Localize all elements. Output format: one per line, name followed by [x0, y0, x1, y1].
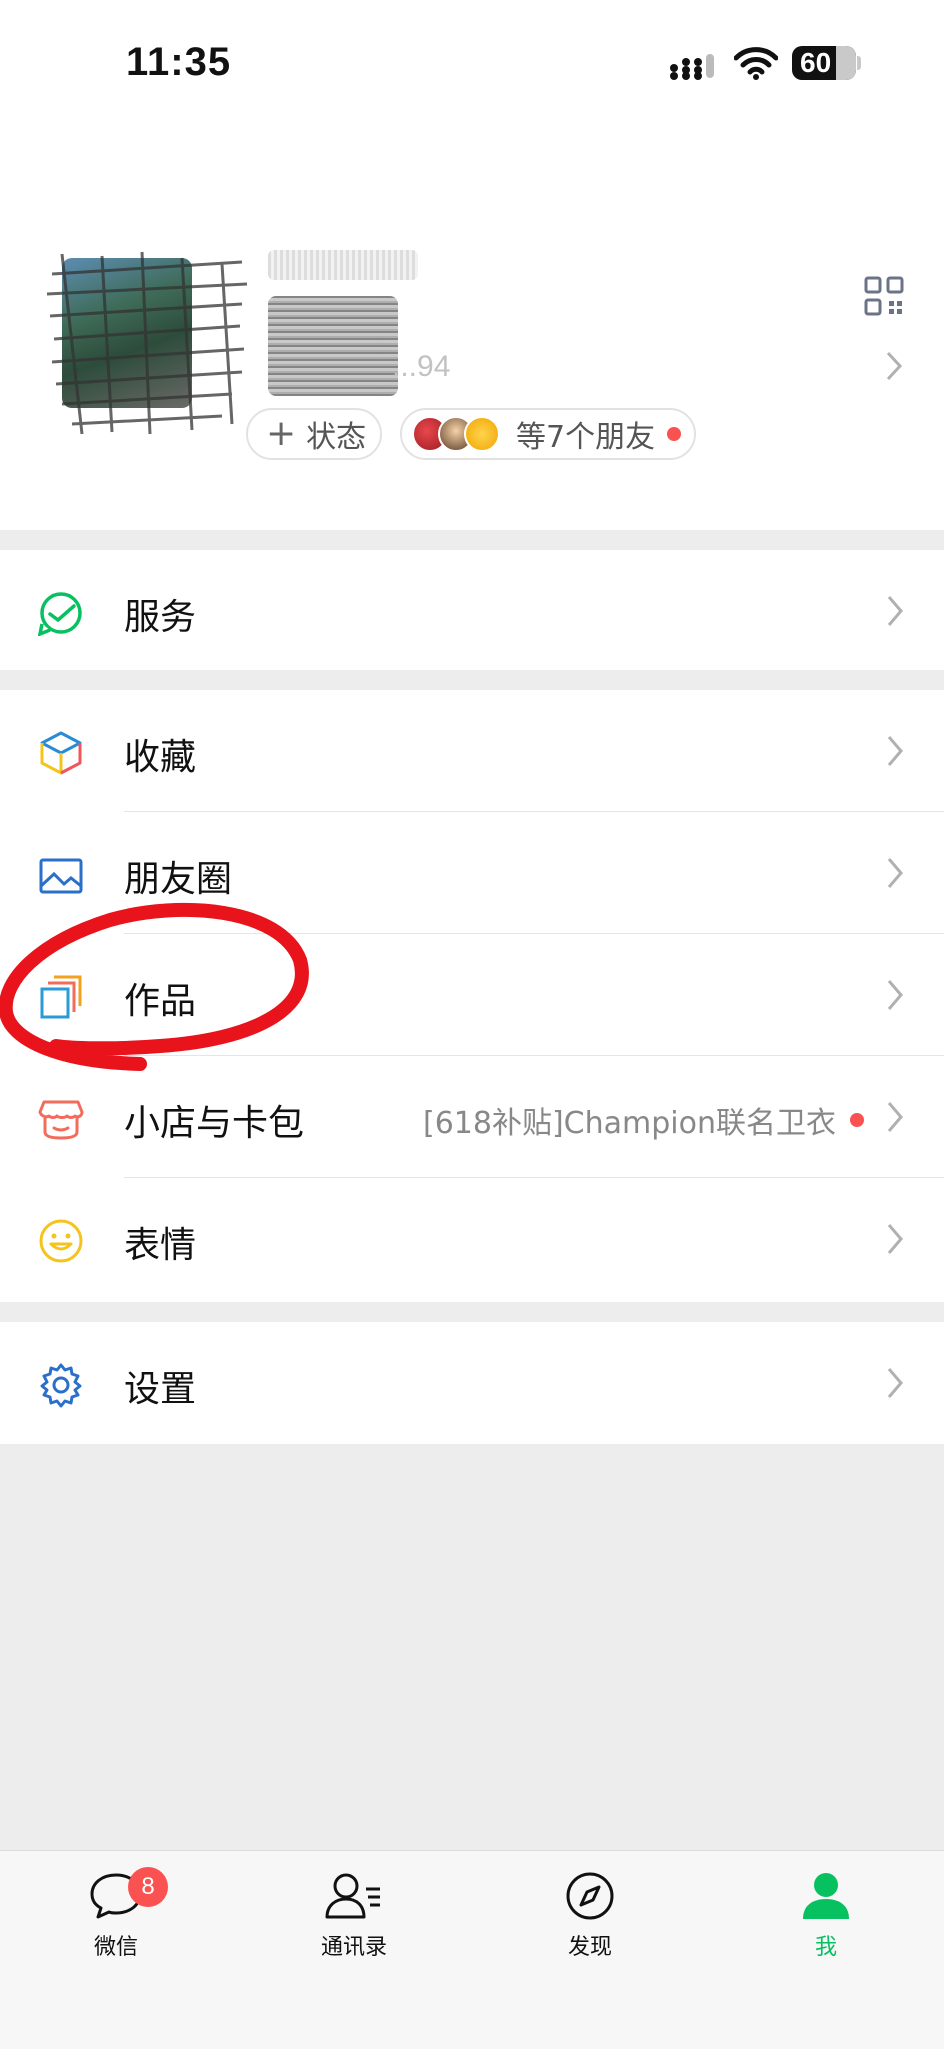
- services-icon: [38, 592, 82, 636]
- battery-icon: 60: [792, 46, 856, 80]
- menu-label: 朋友圈: [124, 859, 233, 900]
- contacts-icon: [325, 1873, 380, 1919]
- person-icon: [803, 1873, 849, 1919]
- menu-item-stickers[interactable]: 表情: [0, 1178, 944, 1300]
- notification-dot: [850, 1113, 864, 1127]
- chevron-right-icon: [887, 596, 903, 626]
- services-group: 服务: [0, 550, 944, 670]
- menu-item-settings[interactable]: 设置: [0, 1322, 944, 1444]
- chevron-right-icon: [887, 1368, 903, 1398]
- chevron-right-icon[interactable]: [884, 350, 904, 382]
- red-annotation-circle: [0, 902, 309, 1071]
- menu-item-services[interactable]: 服务: [0, 550, 944, 672]
- id-redacted: [268, 296, 398, 396]
- settings-group: 设置: [0, 1322, 944, 1444]
- menu-label: 小店与卡包: [124, 1103, 305, 1144]
- notification-dot: [667, 427, 682, 441]
- tab-me[interactable]: 我: [766, 1871, 886, 1961]
- store-promo-text: [618补贴]Champion联名卫衣: [423, 1106, 836, 1141]
- chevron-right-icon: [887, 736, 903, 766]
- tab-label: 发现: [567, 1935, 612, 1960]
- chevron-right-icon: [887, 980, 903, 1010]
- menu-label: 服务: [124, 597, 197, 638]
- tab-discover[interactable]: 发现: [530, 1871, 650, 1961]
- redaction-scribble: [46, 251, 248, 435]
- tab-label: 微信: [93, 1935, 138, 1960]
- status-time: 11:35: [126, 40, 232, 84]
- store-promo: [618补贴]Champion联名卫衣: [423, 1098, 864, 1142]
- friends-status-button[interactable]: 等7个朋友: [400, 408, 696, 460]
- chevron-right-icon: [887, 1102, 903, 1132]
- tab-label: 通讯录: [320, 1935, 387, 1960]
- add-status-button[interactable]: + 状态: [246, 408, 382, 460]
- chevron-right-icon: [887, 858, 903, 888]
- menu-item-favorites[interactable]: 收藏: [0, 690, 944, 812]
- battery-level: 60: [800, 47, 832, 78]
- chevron-right-icon: [887, 1224, 903, 1254]
- friends-label: 等7个朋友: [516, 420, 656, 455]
- status-label: 状态: [306, 420, 367, 455]
- favorites-cube-icon: [40, 731, 82, 775]
- plus-icon: +: [266, 413, 297, 454]
- wechat-id: ...94: [392, 350, 451, 383]
- tab-chats[interactable]: 8 微信: [56, 1867, 176, 1961]
- tab-contacts[interactable]: 通讯录: [294, 1871, 414, 1961]
- menu-label: 收藏: [124, 737, 197, 778]
- menu-label: 设置: [124, 1369, 197, 1410]
- nickname-redacted: [268, 250, 418, 280]
- tab-label: 我: [814, 1935, 837, 1960]
- store-icon: [38, 1100, 84, 1140]
- gear-icon: [40, 1363, 82, 1408]
- smiley-icon: [39, 1219, 83, 1263]
- moments-picture-icon: [39, 858, 83, 894]
- signal-icon: [670, 54, 714, 80]
- qr-code-icon[interactable]: [864, 276, 904, 316]
- wifi-icon: [734, 47, 778, 80]
- menu-label: 表情: [124, 1225, 197, 1266]
- tab-bar: 8 微信 通讯录 发现 我: [0, 1850, 944, 2049]
- friend-avatar: [464, 416, 500, 452]
- compass-icon: [566, 1872, 614, 1920]
- unread-badge: 8: [128, 1867, 168, 1907]
- battery-cap: [857, 56, 861, 70]
